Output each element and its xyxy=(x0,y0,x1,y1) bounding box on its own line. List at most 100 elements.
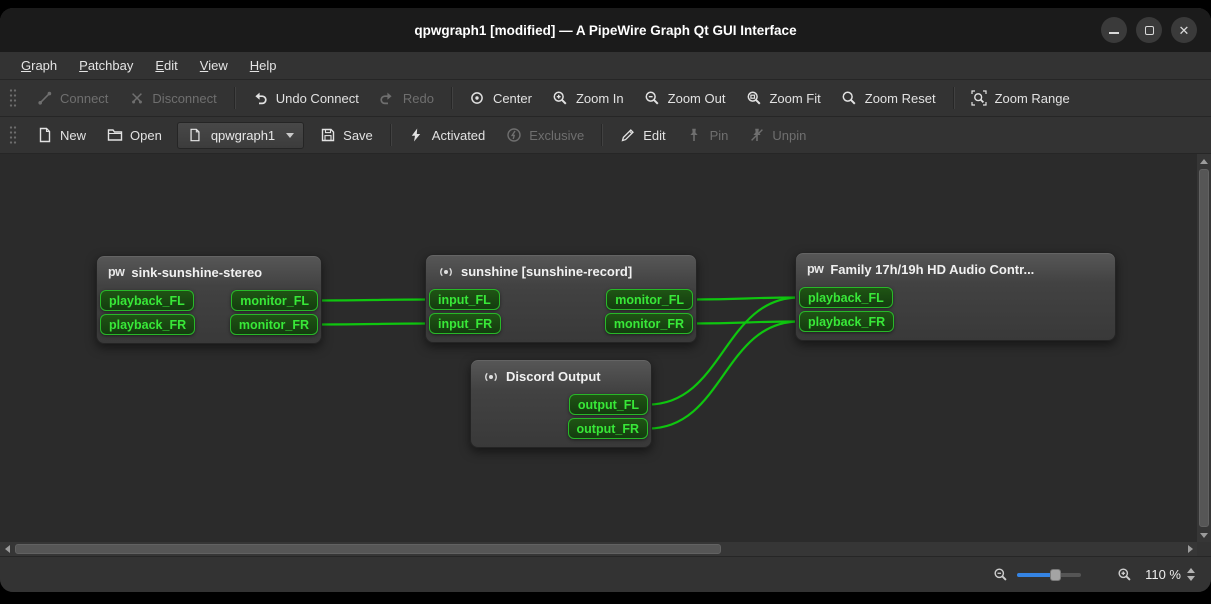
toolbar-drag-handle[interactable] xyxy=(9,124,17,146)
port-playback-fl[interactable]: playback_FL xyxy=(100,290,194,311)
graph-canvas[interactable]: pw sink-sunshine-stereo playback_FL moni… xyxy=(0,154,1197,542)
zoom-reset-button[interactable]: Zoom Reset xyxy=(832,85,945,112)
zoom-slider-track xyxy=(1017,573,1081,577)
node-header: pw sink-sunshine-stereo xyxy=(100,261,318,287)
node-sink-sunshine-stereo[interactable]: pw sink-sunshine-stereo playback_FL moni… xyxy=(96,255,322,344)
node-header: Discord Output xyxy=(474,365,648,391)
port-monitor-fr[interactable]: monitor_FR xyxy=(605,313,693,334)
spin-up-button[interactable] xyxy=(1187,568,1195,573)
pin-button: Pin xyxy=(677,122,738,149)
activated-label: Activated xyxy=(432,128,485,143)
horizontal-scrollbar[interactable] xyxy=(0,542,1197,556)
node-title: sink-sunshine-stereo xyxy=(131,265,262,280)
vertical-scrollbar[interactable] xyxy=(1197,154,1211,542)
menu-patchbay[interactable]: Patchbay xyxy=(70,55,142,76)
pipewire-icon: pw xyxy=(108,266,124,279)
node-header: sunshine [sunshine-record] xyxy=(429,260,693,286)
port-output-fr[interactable]: output_FR xyxy=(568,418,648,439)
unpin-icon xyxy=(748,127,765,144)
port-monitor-fl[interactable]: monitor_FL xyxy=(231,290,318,311)
unpin-label: Unpin xyxy=(772,128,806,143)
zoom-value: 110 % xyxy=(1145,567,1181,582)
port-playback-fl[interactable]: playback_FL xyxy=(799,287,893,308)
port-row: playback_FL monitor_FL xyxy=(100,290,318,311)
chevron-down-icon xyxy=(286,133,294,138)
disconnect-button: Disconnect xyxy=(119,85,225,112)
node-sunshine-record[interactable]: sunshine [sunshine-record] input_FL moni… xyxy=(425,254,697,343)
port-playback-fr[interactable]: playback_FR xyxy=(799,311,894,332)
zoom-fit-button[interactable]: Zoom Fit xyxy=(736,85,829,112)
scroll-down-button[interactable] xyxy=(1197,528,1211,542)
window-controls: ✕ xyxy=(1101,8,1197,52)
activated-toggle[interactable]: Activated xyxy=(399,122,494,149)
open-button[interactable]: Open xyxy=(97,122,171,149)
connect-icon xyxy=(36,90,53,107)
port-row: input_FR monitor_FR xyxy=(429,313,693,334)
scroll-right-button[interactable] xyxy=(1183,542,1197,556)
undo-label: Undo Connect xyxy=(276,91,359,106)
horizontal-scrollbar-handle[interactable] xyxy=(15,544,721,554)
node-family-hd-audio[interactable]: pw Family 17h/19h HD Audio Contr... play… xyxy=(795,252,1116,341)
menu-edit[interactable]: Edit xyxy=(146,55,186,76)
port-row: input_FL monitor_FL xyxy=(429,289,693,310)
pipewire-icon: pw xyxy=(807,263,823,276)
zoom-out-button[interactable]: Zoom Out xyxy=(635,85,735,112)
toolbar-drag-handle[interactable] xyxy=(9,87,17,109)
edit-button[interactable]: Edit xyxy=(610,122,674,149)
zoom-in-button[interactable]: Zoom In xyxy=(543,85,633,112)
titlebar[interactable]: qpwgraph1 [modified] — A PipeWire Graph … xyxy=(0,8,1211,52)
patchbay-selector[interactable]: qpwgraph1 xyxy=(177,122,304,149)
port-input-fr[interactable]: input_FR xyxy=(429,313,501,334)
zoom-in-small-button[interactable] xyxy=(1116,567,1132,583)
center-button[interactable]: Center xyxy=(460,85,541,112)
scroll-left-button[interactable] xyxy=(0,542,14,556)
minimize-button[interactable] xyxy=(1101,17,1127,43)
spin-down-button[interactable] xyxy=(1187,576,1195,581)
node-title: sunshine [sunshine-record] xyxy=(461,264,632,279)
maximize-button[interactable] xyxy=(1136,17,1162,43)
edit-pencil-icon xyxy=(619,127,636,144)
close-icon: ✕ xyxy=(1179,24,1190,37)
zoom-spinbox[interactable]: 110 % xyxy=(1145,567,1195,582)
arrow-up-icon xyxy=(1200,159,1208,164)
port-monitor-fl[interactable]: monitor_FL xyxy=(606,289,693,310)
zoom-slider[interactable] xyxy=(1017,567,1081,583)
menu-graph[interactable]: Graph xyxy=(12,55,66,76)
toolbar-separator xyxy=(390,124,391,146)
vertical-scrollbar-handle[interactable] xyxy=(1199,169,1209,527)
redo-button: Redo xyxy=(370,85,443,112)
zoom-range-button[interactable]: Zoom Range xyxy=(962,85,1079,112)
connection-wire[interactable] xyxy=(318,324,429,325)
node-discord-output[interactable]: Discord Output output_FL output_FR xyxy=(470,359,652,448)
close-button[interactable]: ✕ xyxy=(1171,17,1197,43)
pin-icon xyxy=(686,127,703,144)
connection-wire[interactable] xyxy=(318,300,429,301)
zoom-range-icon xyxy=(971,90,988,107)
lightning-icon xyxy=(408,127,425,144)
zoom-reset-icon xyxy=(841,90,858,107)
menu-view[interactable]: View xyxy=(191,55,237,76)
center-label: Center xyxy=(493,91,532,106)
zoom-out-icon xyxy=(644,90,661,107)
graph-view: pw sink-sunshine-stereo playback_FL moni… xyxy=(0,153,1211,556)
port-monitor-fr[interactable]: monitor_FR xyxy=(230,314,318,335)
undo-connect-button[interactable]: Undo Connect xyxy=(243,85,368,112)
new-button[interactable]: New xyxy=(27,122,95,149)
toolbar-separator xyxy=(451,87,452,109)
save-button[interactable]: Save xyxy=(310,122,382,149)
zoom-out-small-button[interactable] xyxy=(992,567,1008,583)
new-file-icon xyxy=(36,127,53,144)
zoom-slider-handle[interactable] xyxy=(1050,569,1061,581)
zoom-range-label: Zoom Range xyxy=(995,91,1070,106)
node-title: Discord Output xyxy=(506,369,601,384)
scroll-up-button[interactable] xyxy=(1197,154,1211,168)
speaker-icon xyxy=(482,368,499,385)
patchbay-selector-value: qpwgraph1 xyxy=(211,128,275,143)
spin-buttons xyxy=(1187,568,1195,581)
port-input-fl[interactable]: input_FL xyxy=(429,289,500,310)
menu-help[interactable]: Help xyxy=(241,55,286,76)
scrollbar-corner xyxy=(1197,542,1211,556)
port-output-fl[interactable]: output_FL xyxy=(569,394,648,415)
port-playback-fr[interactable]: playback_FR xyxy=(100,314,195,335)
zoom-in-label: Zoom In xyxy=(576,91,624,106)
